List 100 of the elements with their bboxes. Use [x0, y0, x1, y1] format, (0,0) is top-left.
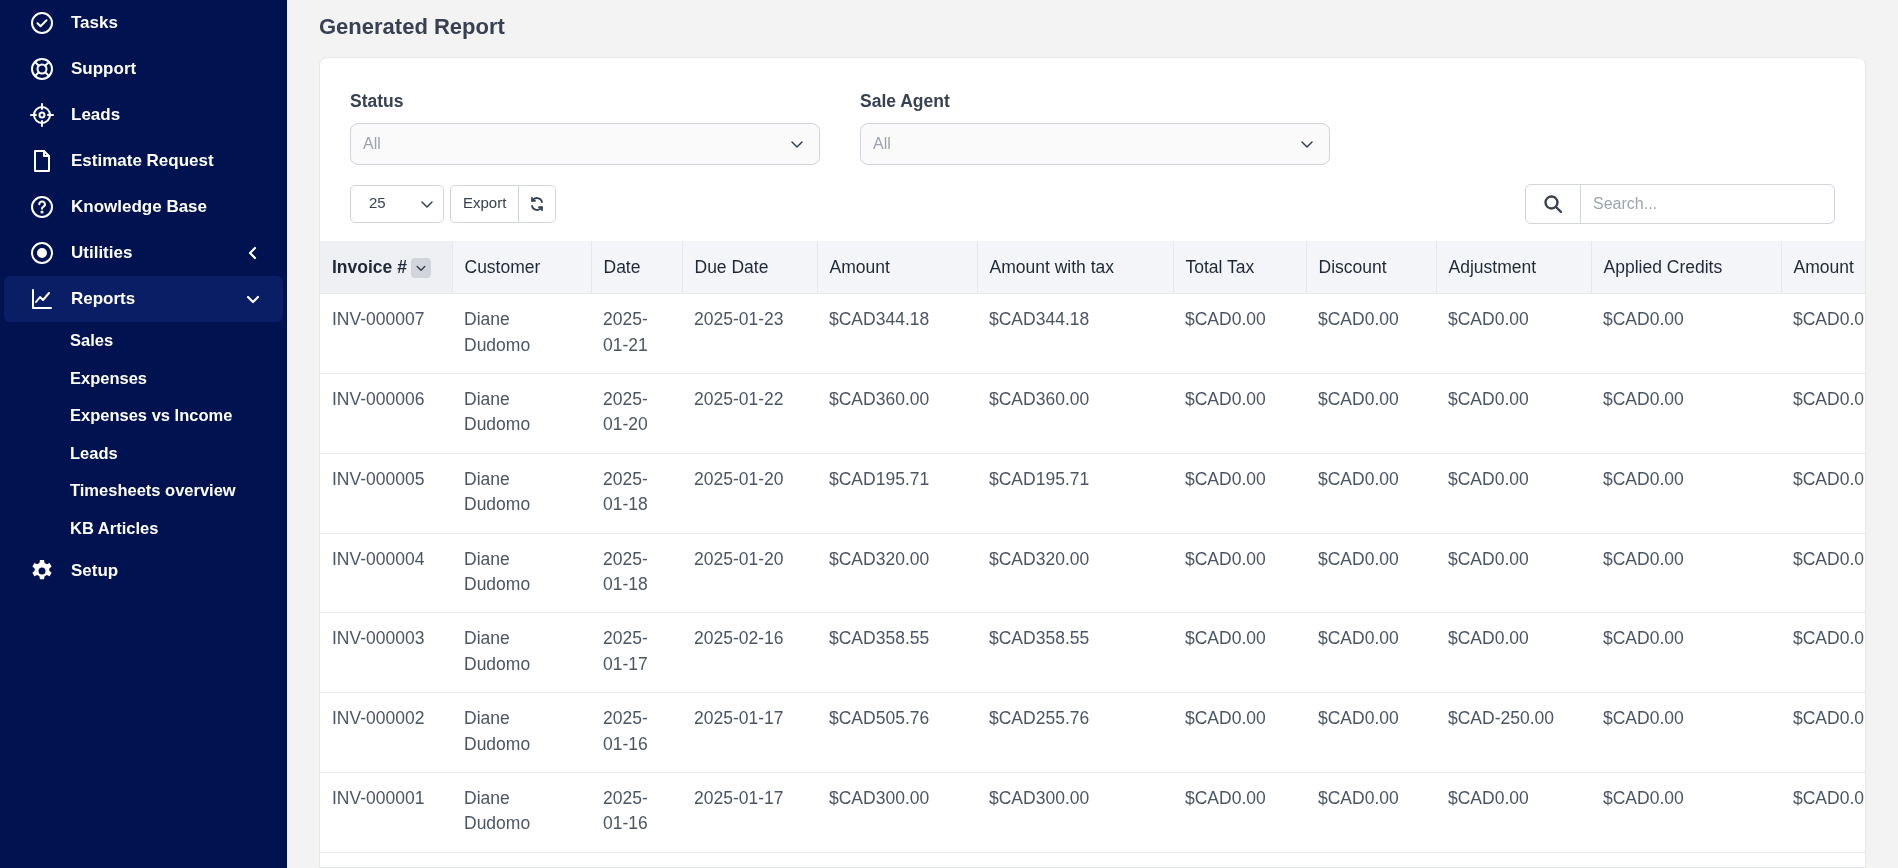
table-cell: $CAD0.00	[1591, 373, 1781, 454]
table-cell: $CAD344.18	[817, 293, 977, 374]
sort-icon[interactable]	[410, 258, 431, 279]
table-cell: $CAD0.00	[1173, 293, 1306, 374]
table-cell: $CAD0.00	[1173, 533, 1306, 613]
table-cell: $CAD0.00	[1173, 373, 1306, 454]
table-cell: Diane Dudomo	[452, 692, 591, 773]
table-cell: 2025-01-20	[682, 533, 817, 613]
search-field[interactable]: Search...	[1581, 183, 1835, 224]
table-cell: $CAD0.00	[1591, 772, 1781, 853]
column-header[interactable]: Invoice #	[320, 240, 452, 294]
sidebar-item[interactable]: Setup	[4, 547, 283, 594]
sidebar-item[interactable]: Estimate Request	[4, 138, 283, 184]
table-cell: INV-000006	[320, 373, 452, 454]
search-icon	[1543, 193, 1563, 214]
table-cell: $CAD0.00	[1306, 692, 1436, 773]
table-cell: $CAD0.00	[1306, 772, 1436, 853]
line-chart-icon	[30, 287, 54, 311]
table-cell: $CAD0.0	[1781, 373, 1865, 454]
question-circle-icon	[30, 195, 54, 219]
search-button[interactable]	[1525, 183, 1581, 224]
table-cell: $CAD360.00	[817, 373, 977, 454]
table-cell: INV-000003	[320, 612, 452, 693]
sidebar-item[interactable]: Knowledge Base	[4, 184, 283, 230]
table-cell: $CAD0.00	[1436, 293, 1591, 374]
table-cell: $CAD0.00	[1173, 772, 1306, 853]
table-cell: $CAD0.00	[1436, 453, 1591, 534]
table-cell: 2025-01-23	[682, 293, 817, 374]
table-cell: $CAD0.00	[1436, 612, 1591, 693]
table-cell: INV-000002	[320, 692, 452, 773]
sidebar-subitem[interactable]: Expenses	[0, 359, 287, 398]
table-cell: Diane Dudomo	[452, 533, 591, 613]
table-cell: $CAD505.76	[817, 692, 977, 773]
sidebar-item[interactable]: Leads	[4, 92, 283, 138]
sidebar-subitem[interactable]: Sales	[0, 322, 287, 360]
sidebar-subitem[interactable]: Timesheets overview	[0, 472, 287, 510]
refresh-icon	[529, 195, 546, 212]
column-header[interactable]: Amount with tax	[977, 240, 1173, 294]
table-cell: 2025-01-17	[682, 772, 817, 853]
sidebar-item[interactable]: Reports	[4, 276, 283, 322]
table-cell: INV-000004	[320, 533, 452, 613]
column-header[interactable]: Adjustment	[1436, 240, 1591, 294]
table-cell: $CAD358.55	[817, 612, 977, 693]
export-button[interactable]: Export	[450, 184, 520, 223]
sidebar-subitem[interactable]: Expenses vs Income	[0, 397, 287, 435]
table-cell: 2025-01-20	[682, 453, 817, 534]
sidebar-item[interactable]: Tasks	[4, 0, 283, 46]
table-cell: 2025-01-21	[591, 293, 682, 374]
table-cell: $CAD344.18	[977, 293, 1173, 374]
table-cell: $CAD0.0	[1781, 533, 1865, 613]
table-cell: $CAD0.00	[1306, 533, 1436, 613]
table-cell: $CAD0.0	[1781, 692, 1865, 773]
table-cell: 2025-01-18	[591, 453, 682, 534]
table-cell: $CAD195.71	[817, 453, 977, 534]
table-cell: $CAD320.00	[977, 533, 1173, 613]
table-cell: $CAD360.00	[977, 373, 1173, 454]
table-cell: 2025-01-16	[591, 772, 682, 853]
table-cell: $CAD0.00	[1173, 692, 1306, 773]
table-cell: $CAD358.55	[977, 612, 1173, 693]
table-cell: 2025-01-17	[682, 692, 817, 773]
table-cell: $CAD0.0	[1781, 453, 1865, 534]
column-header[interactable]: Amount	[1781, 240, 1865, 294]
table-cell: $CAD0.0	[1781, 772, 1865, 853]
table-cell: $CAD320.00	[817, 533, 977, 613]
column-header[interactable]: Date	[591, 240, 682, 294]
table-cell: $CAD195.71	[977, 453, 1173, 534]
sidebar-item[interactable]: Utilities	[4, 230, 283, 276]
table-cell: $CAD0.00	[1591, 692, 1781, 773]
sidebar-subitem[interactable]: KB Articles	[0, 509, 287, 548]
filter-label: Status	[350, 90, 405, 114]
table-cell: 2025-01-22	[682, 373, 817, 454]
table-cell: 2025-01-17	[591, 612, 682, 693]
table-cell: $CAD255.76	[977, 692, 1173, 773]
page-title: Generated Report	[319, 14, 506, 41]
refresh-button[interactable]	[519, 184, 557, 223]
table-cell: $CAD0.0	[1781, 612, 1865, 693]
column-header[interactable]: Due Date	[682, 240, 817, 294]
check-circle-icon	[30, 11, 54, 35]
table-cell: $CAD0.00	[1591, 453, 1781, 534]
table-cell: $CAD0.00	[1173, 453, 1306, 534]
column-header[interactable]: Discount	[1306, 240, 1436, 294]
lifebuoy-icon	[30, 57, 54, 81]
table-cell: $CAD0.00	[1591, 293, 1781, 374]
sidebar-item[interactable]: Support	[4, 46, 283, 92]
table-cell: 2025-01-16	[591, 692, 682, 773]
table-cell: $CAD0.0	[1781, 293, 1865, 374]
table-cell: $CAD0.00	[1591, 612, 1781, 693]
table-cell: $CAD0.00	[1436, 533, 1591, 613]
sidebar-subitem[interactable]: Leads	[0, 434, 287, 473]
table-cell: Diane Dudomo	[452, 453, 591, 534]
column-header[interactable]: Total Tax	[1173, 240, 1306, 294]
table-cell: $CAD0.00	[1306, 293, 1436, 374]
table-cell: $CAD0.00	[1436, 772, 1591, 853]
column-header[interactable]: Customer	[452, 240, 591, 294]
page-length-select[interactable]: 25	[350, 184, 444, 223]
column-header[interactable]: Amount	[817, 240, 977, 294]
table-cell: $CAD0.00	[1306, 373, 1436, 454]
table-cell: INV-000001	[320, 772, 452, 853]
table-cell: 2025-01-20	[591, 373, 682, 454]
column-header[interactable]: Applied Credits	[1591, 240, 1781, 294]
